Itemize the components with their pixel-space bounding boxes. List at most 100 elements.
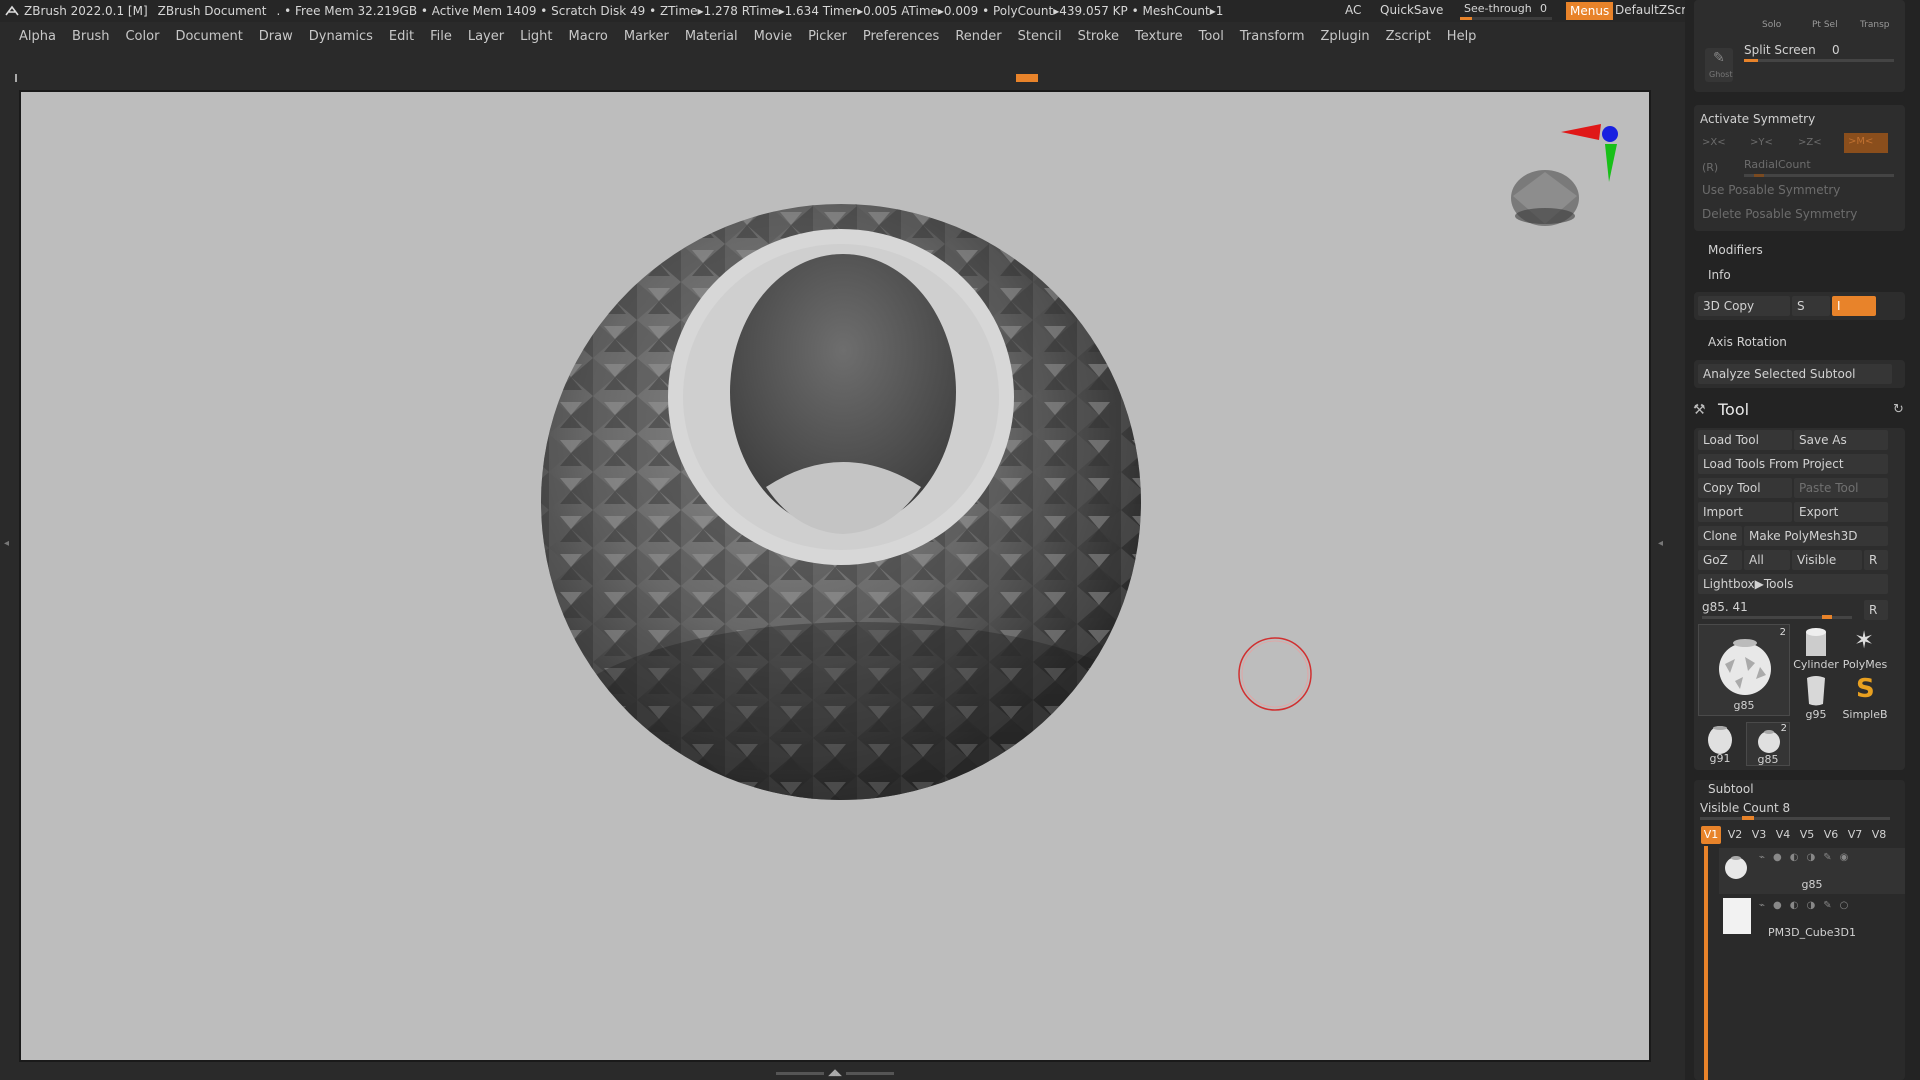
timeline-marker[interactable]: [1016, 74, 1038, 82]
menu-layer[interactable]: Layer: [468, 29, 504, 44]
tool-thumb-g91[interactable]: g91: [1698, 722, 1742, 766]
solo-button[interactable]: Solo: [1762, 20, 1781, 30]
subtool-tab-v1[interactable]: V1: [1701, 826, 1721, 844]
tool-r-button[interactable]: R: [1864, 600, 1888, 620]
use-posable-symmetry-button[interactable]: Use Posable Symmetry: [1702, 183, 1840, 197]
subtool-tab-v7[interactable]: V7: [1845, 826, 1865, 844]
menu-zscript[interactable]: Zscript: [1386, 29, 1431, 44]
tool-thumb-g85b[interactable]: 2 g85: [1746, 722, 1790, 766]
menu-edit[interactable]: Edit: [389, 29, 414, 44]
menu-stroke[interactable]: Stroke: [1078, 29, 1119, 44]
subtool-cube-toggle-icons[interactable]: ⌁●◐◑✎○: [1759, 900, 1856, 911]
refresh-icon[interactable]: ↻: [1893, 402, 1904, 417]
subtool-g85-toggle-icons[interactable]: ⌁●◐◑✎◉: [1759, 852, 1856, 863]
subtool-tab-v3[interactable]: V3: [1749, 826, 1769, 844]
delete-posable-symmetry-button[interactable]: Delete Posable Symmetry: [1702, 207, 1857, 221]
tool-slider-handle[interactable]: [1822, 615, 1832, 619]
menus-toggle[interactable]: Menus: [1566, 2, 1614, 20]
menu-dynamics[interactable]: Dynamics: [309, 29, 373, 44]
viewport-canvas[interactable]: [19, 90, 1651, 1062]
paste-tool-button[interactable]: Paste Tool: [1794, 478, 1888, 498]
goz-visible-button[interactable]: Visible: [1792, 550, 1862, 570]
export-button[interactable]: Export: [1794, 502, 1888, 522]
menu-material[interactable]: Material: [685, 29, 738, 44]
bottom-tray-handle[interactable]: ◢◣: [770, 1068, 900, 1078]
menu-render[interactable]: Render: [955, 29, 1001, 44]
menu-preferences[interactable]: Preferences: [863, 29, 939, 44]
menu-color[interactable]: Color: [125, 29, 159, 44]
subtool-item-cube[interactable]: ⌁●◐◑✎○ PM3D_Cube3D1: [1719, 896, 1905, 942]
tool-palette-header[interactable]: ⚒ Tool ↻: [1685, 398, 1920, 424]
sym-m-button[interactable]: >M<: [1844, 133, 1888, 153]
menu-picker[interactable]: Picker: [808, 29, 847, 44]
transp-button[interactable]: Transp: [1860, 20, 1890, 30]
subtool-tab-v2[interactable]: V2: [1725, 826, 1745, 844]
right-tray-toggle-icon[interactable]: ◂: [1658, 538, 1663, 549]
tool-thumb-g95[interactable]: g95: [1792, 674, 1840, 722]
subtool-tab-v5[interactable]: V5: [1797, 826, 1817, 844]
tool-thumb-cylinder[interactable]: Cylinder: [1792, 624, 1840, 672]
quicksave-button[interactable]: QuickSave: [1380, 3, 1443, 17]
modifiers-header[interactable]: Modifiers: [1708, 243, 1763, 257]
make-polymesh3d-button[interactable]: Make PolyMesh3D: [1744, 526, 1888, 546]
menu-draw[interactable]: Draw: [259, 29, 293, 44]
subtool-item-g85[interactable]: ⌁●◐◑✎◉ g85: [1719, 848, 1905, 894]
subtool-tab-v8[interactable]: V8: [1869, 826, 1889, 844]
activate-symmetry-button[interactable]: Activate Symmetry: [1700, 112, 1815, 126]
import-button[interactable]: Import: [1698, 502, 1792, 522]
ghost-button[interactable]: ✎ Ghost: [1705, 48, 1733, 82]
status-stats: . • Free Mem 32.219GB • Active Mem 1409 …: [276, 4, 1224, 18]
3d-copy-button[interactable]: 3D Copy: [1698, 296, 1790, 316]
visible-count-label[interactable]: Visible Count 8: [1700, 801, 1790, 815]
split-screen-label[interactable]: Split Screen: [1744, 43, 1816, 57]
menu-transform[interactable]: Transform: [1240, 29, 1305, 44]
left-tray-toggle-icon[interactable]: ◂: [4, 538, 9, 549]
sym-x-button[interactable]: >X<: [1702, 137, 1726, 148]
radial-count-label[interactable]: RadialCount: [1744, 158, 1811, 171]
subtool-scrollbar[interactable]: [1704, 846, 1708, 1080]
copy-tool-button[interactable]: Copy Tool: [1698, 478, 1792, 498]
menu-marker[interactable]: Marker: [624, 29, 669, 44]
see-through-slider[interactable]: See-through 0: [1460, 2, 1552, 20]
load-tools-from-project-button[interactable]: Load Tools From Project: [1698, 454, 1888, 474]
menu-alpha[interactable]: Alpha: [19, 29, 56, 44]
lightbox-tools-button[interactable]: Lightbox▶Tools: [1698, 574, 1888, 594]
goz-r-button[interactable]: R: [1864, 550, 1888, 570]
menu-texture[interactable]: Texture: [1135, 29, 1183, 44]
menu-document[interactable]: Document: [175, 29, 242, 44]
load-tool-button[interactable]: Load Tool: [1698, 430, 1792, 450]
gizmo-axis-icon[interactable]: [1511, 124, 1618, 226]
menu-tool[interactable]: Tool: [1199, 29, 1224, 44]
info-header[interactable]: Info: [1708, 268, 1731, 282]
tool-thumb-g85[interactable]: 2 g85: [1698, 624, 1790, 716]
subtool-tab-v4[interactable]: V4: [1773, 826, 1793, 844]
menu-zplugin[interactable]: Zplugin: [1321, 29, 1370, 44]
axis-rotation-header[interactable]: Axis Rotation: [1708, 335, 1787, 349]
menu-macro[interactable]: Macro: [569, 29, 608, 44]
tool-thumb-simpleb[interactable]: S SimpleB: [1840, 674, 1890, 722]
ptsel-button[interactable]: Pt Sel: [1812, 20, 1838, 30]
clone-button[interactable]: Clone: [1698, 526, 1742, 546]
3d-copy-s-button[interactable]: S: [1792, 296, 1830, 316]
analyze-selected-subtool-button[interactable]: Analyze Selected Subtool: [1698, 364, 1892, 384]
menu-help[interactable]: Help: [1447, 29, 1477, 44]
tool-thumb-polymesh[interactable]: ✶ PolyMes: [1840, 624, 1890, 672]
menu-movie[interactable]: Movie: [754, 29, 792, 44]
menu-stencil[interactable]: Stencil: [1018, 29, 1062, 44]
timeline-strip[interactable]: [14, 74, 1649, 82]
goz-all-button[interactable]: All: [1744, 550, 1790, 570]
subtool-tab-v6[interactable]: V6: [1821, 826, 1841, 844]
visible-count-handle[interactable]: [1742, 816, 1754, 820]
goz-button[interactable]: GoZ: [1698, 550, 1742, 570]
3d-copy-input[interactable]: I: [1832, 296, 1876, 316]
sym-y-button[interactable]: >Y<: [1750, 137, 1773, 148]
sym-z-button[interactable]: >Z<: [1798, 137, 1822, 148]
current-tool-label[interactable]: g85. 41: [1702, 600, 1748, 614]
sym-r-button[interactable]: (R): [1702, 161, 1718, 174]
split-screen-track[interactable]: [1744, 59, 1894, 62]
save-as-button[interactable]: Save As: [1794, 430, 1888, 450]
menu-brush[interactable]: Brush: [72, 29, 110, 44]
subtool-header[interactable]: Subtool: [1708, 782, 1754, 796]
menu-file[interactable]: File: [430, 29, 452, 44]
menu-light[interactable]: Light: [520, 29, 552, 44]
